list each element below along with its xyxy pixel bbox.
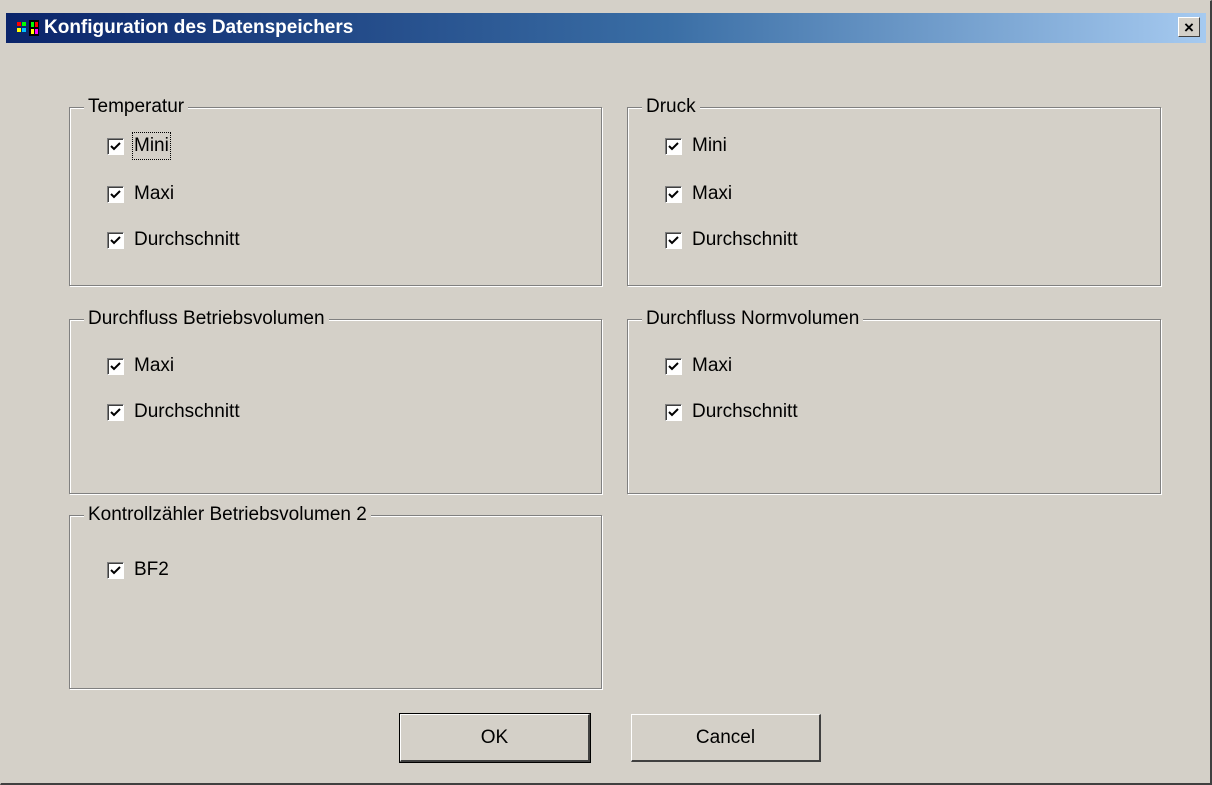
dialog-window: Konfiguration des Datenspeichers × Tempe… xyxy=(0,0,1212,785)
group-title-durchfluss-normvolumen: Durchfluss Normvolumen xyxy=(642,308,864,330)
checkbox-temperatur-mini[interactable]: Mini xyxy=(107,132,171,160)
group-durchfluss-betriebsvolumen: Durchfluss Betriebsvolumen Maxi Durchsch… xyxy=(69,308,602,494)
checkbox-druck-durchschnitt[interactable]: Durchschnitt xyxy=(665,227,798,253)
checkbox-label: Durchschnitt xyxy=(134,229,240,250)
app-icon xyxy=(14,18,42,38)
group-title-druck: Druck xyxy=(642,96,700,118)
checkbox-label: Maxi xyxy=(134,183,175,204)
checkbox-label: Durchschnitt xyxy=(692,401,798,422)
window-title: Konfiguration des Datenspeichers xyxy=(44,17,354,38)
group-temperatur: Temperatur Mini Maxi Durchschnitt xyxy=(69,96,602,286)
checkbox-checked-icon[interactable] xyxy=(107,403,124,421)
checkbox-label: Maxi xyxy=(692,355,733,376)
checkbox-temperatur-durchschnitt[interactable]: Durchschnitt xyxy=(107,227,240,253)
cancel-button[interactable]: Cancel xyxy=(631,714,821,762)
checkbox-checked-icon[interactable] xyxy=(107,185,124,203)
title-bar[interactable]: Konfiguration des Datenspeichers × xyxy=(6,13,1206,43)
group-title-durchfluss-betriebsvolumen: Durchfluss Betriebsvolumen xyxy=(84,308,329,330)
checkbox-label: Maxi xyxy=(692,183,733,204)
checkbox-label: Maxi xyxy=(134,355,175,376)
checkbox-checked-icon[interactable] xyxy=(107,137,124,155)
checkbox-checked-icon[interactable] xyxy=(665,185,682,203)
checkbox-checked-icon[interactable] xyxy=(665,231,682,249)
checkbox-druck-maxi[interactable]: Maxi xyxy=(665,181,732,207)
checkbox-label: BF2 xyxy=(134,559,169,580)
checkbox-checked-icon[interactable] xyxy=(107,231,124,249)
group-durchfluss-normvolumen: Durchfluss Normvolumen Maxi Durchschnitt xyxy=(627,308,1161,494)
checkbox-temperatur-maxi[interactable]: Maxi xyxy=(107,181,174,207)
checkbox-kontrollzaehler-bf2[interactable]: BF2 xyxy=(107,557,169,583)
checkbox-checked-icon[interactable] xyxy=(107,357,124,375)
checkbox-label: Mini xyxy=(692,135,727,156)
checkbox-label: Durchschnitt xyxy=(134,401,240,422)
checkbox-checked-icon[interactable] xyxy=(665,137,682,155)
checkbox-checked-icon[interactable] xyxy=(107,561,124,579)
close-icon: × xyxy=(1184,17,1194,37)
close-button[interactable]: × xyxy=(1178,17,1200,37)
checkbox-label: Durchschnitt xyxy=(692,229,798,250)
group-title-temperatur: Temperatur xyxy=(84,96,189,118)
ok-button[interactable]: OK xyxy=(399,713,591,763)
checkbox-durchfluss-betrieb-durchschnitt[interactable]: Durchschnitt xyxy=(107,399,240,425)
group-kontrollzaehler: Kontrollzähler Betriebsvolumen 2 BF2 xyxy=(69,504,602,689)
checkbox-checked-icon[interactable] xyxy=(665,403,682,421)
checkbox-label: Mini xyxy=(132,132,171,160)
group-druck: Druck Mini Maxi Durchschnitt xyxy=(627,96,1161,286)
checkbox-druck-mini[interactable]: Mini xyxy=(665,133,727,159)
checkbox-durchfluss-betrieb-maxi[interactable]: Maxi xyxy=(107,353,174,379)
group-title-kontrollzaehler: Kontrollzähler Betriebsvolumen 2 xyxy=(84,504,371,526)
checkbox-checked-icon[interactable] xyxy=(665,357,682,375)
checkbox-durchfluss-norm-maxi[interactable]: Maxi xyxy=(665,353,732,379)
checkbox-durchfluss-norm-durchschnitt[interactable]: Durchschnitt xyxy=(665,399,798,425)
